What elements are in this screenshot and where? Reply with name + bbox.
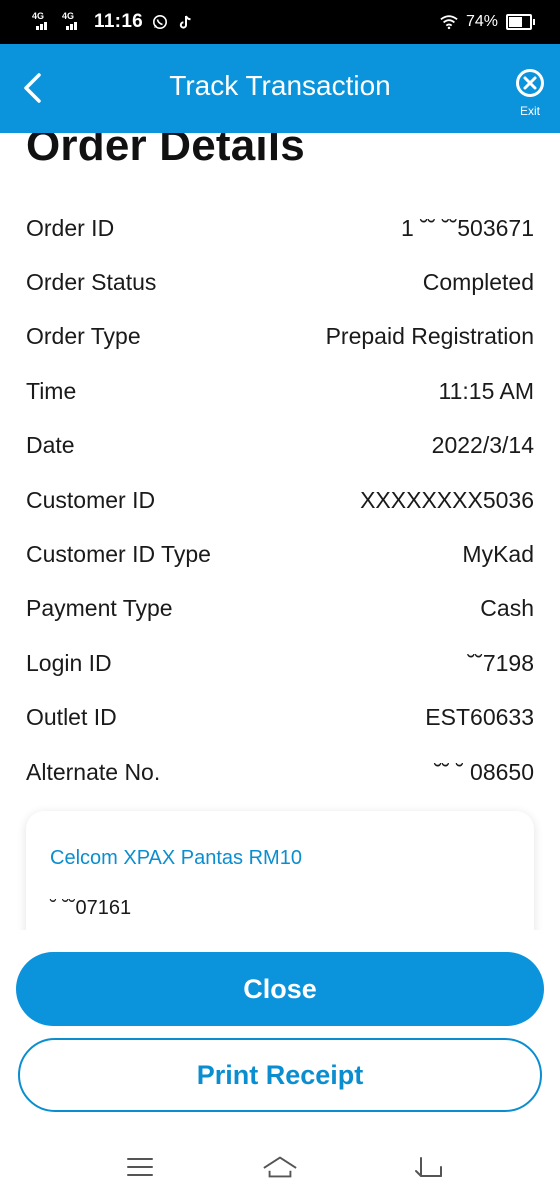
back-nav-button[interactable]: [410, 1152, 446, 1182]
whatsapp-icon: [151, 13, 169, 31]
detail-value: 2022/3/14: [431, 432, 534, 459]
app-header: Track Transaction Exit: [0, 44, 560, 133]
detail-value: EST60633: [425, 704, 534, 731]
detail-label: Alternate No.: [26, 758, 161, 785]
product-name: Celcom XPAX Pantas RM10: [50, 847, 302, 869]
detail-label: Order ID: [26, 214, 115, 241]
detail-label: Time: [26, 377, 77, 404]
detail-value: MyKad: [462, 541, 534, 568]
product-card: Celcom XPAX Pantas RM10 ˘ ˘˘07161: [26, 811, 534, 930]
exit-label: Exit: [519, 104, 540, 118]
home-icon: [263, 1156, 297, 1178]
detail-label: Outlet ID: [26, 704, 117, 731]
status-bar-left: 4G 4G 11:16: [32, 11, 195, 33]
signal-icon: 4G: [32, 11, 54, 30]
product-number: ˘ ˘˘07161: [50, 897, 132, 919]
close-circle-icon: [516, 69, 544, 97]
detail-label: Date: [26, 432, 75, 459]
detail-row-login-id: Login ID ˘˘7198: [26, 636, 534, 690]
page-title: Order Details: [26, 133, 305, 170]
detail-row-payment-type: Payment Type Cash: [26, 582, 534, 636]
home-nav-button[interactable]: [262, 1152, 298, 1182]
detail-label: Customer ID Type: [26, 541, 211, 568]
detail-row-order-id: Order ID 1 ˘˘ ˘˘503671: [26, 201, 534, 255]
detail-value: ˘˘7198: [467, 649, 534, 676]
network-type-2: 4G: [62, 11, 75, 21]
detail-row-customer-id-type: Customer ID Type MyKad: [26, 527, 534, 581]
battery-icon: [506, 14, 535, 30]
detail-row-outlet-id: Outlet ID EST60633: [26, 691, 534, 745]
detail-row-order-status: Order Status Completed: [26, 255, 534, 309]
detail-label: Login ID: [26, 649, 112, 676]
exit-button[interactable]: Exit: [514, 68, 546, 118]
order-details-list: Order ID 1 ˘˘ ˘˘503671 Order Status Comp…: [26, 201, 534, 799]
print-receipt-button[interactable]: Print Receipt: [18, 1038, 542, 1112]
detail-row-customer-id: Customer ID XXXXXXXX5036: [26, 473, 534, 527]
back-icon: [415, 1157, 442, 1177]
network-type-1: 4G: [32, 11, 45, 21]
detail-label: Customer ID: [26, 486, 156, 513]
detail-row-time: Time 11:15 AM: [26, 364, 534, 418]
detail-label: Order Status: [26, 269, 157, 296]
system-nav-bar: [0, 1152, 560, 1182]
content-area[interactable]: Order Details Order ID 1 ˘˘ ˘˘503671 Ord…: [0, 133, 560, 930]
wifi-icon: [440, 13, 458, 31]
detail-value: Completed: [422, 269, 534, 296]
status-bar-right: 74%: [440, 13, 535, 31]
detail-row-alternate-no: Alternate No. ˘˘ ˘ 08650: [26, 745, 534, 799]
detail-label: Payment Type: [26, 595, 173, 622]
menu-nav-button[interactable]: [122, 1152, 158, 1182]
battery-percent: 74%: [465, 13, 498, 30]
detail-value: XXXXXXXX5036: [360, 486, 534, 513]
close-button[interactable]: Close: [16, 952, 544, 1026]
detail-value: 1 ˘˘ ˘˘503671: [401, 214, 534, 241]
bottom-actions: Close Print Receipt: [0, 930, 560, 1200]
detail-value: 11:15 AM: [438, 377, 534, 404]
menu-icon: [127, 1158, 153, 1176]
detail-row-date: Date 2022/3/14: [26, 419, 534, 473]
header-title: Track Transaction: [169, 70, 391, 101]
detail-label: Order Type: [26, 323, 141, 350]
status-time: 11:16: [94, 11, 144, 32]
detail-value: ˘˘ ˘ 08650: [434, 758, 534, 785]
detail-value: Cash: [480, 595, 534, 622]
detail-value: Prepaid Registration: [325, 323, 534, 350]
signal-icon: 4G: [62, 11, 84, 30]
detail-row-order-type: Order Type Prepaid Registration: [26, 310, 534, 364]
status-bar: 4G 4G 11:16 74%: [0, 0, 560, 44]
tiktok-icon: [177, 13, 195, 31]
